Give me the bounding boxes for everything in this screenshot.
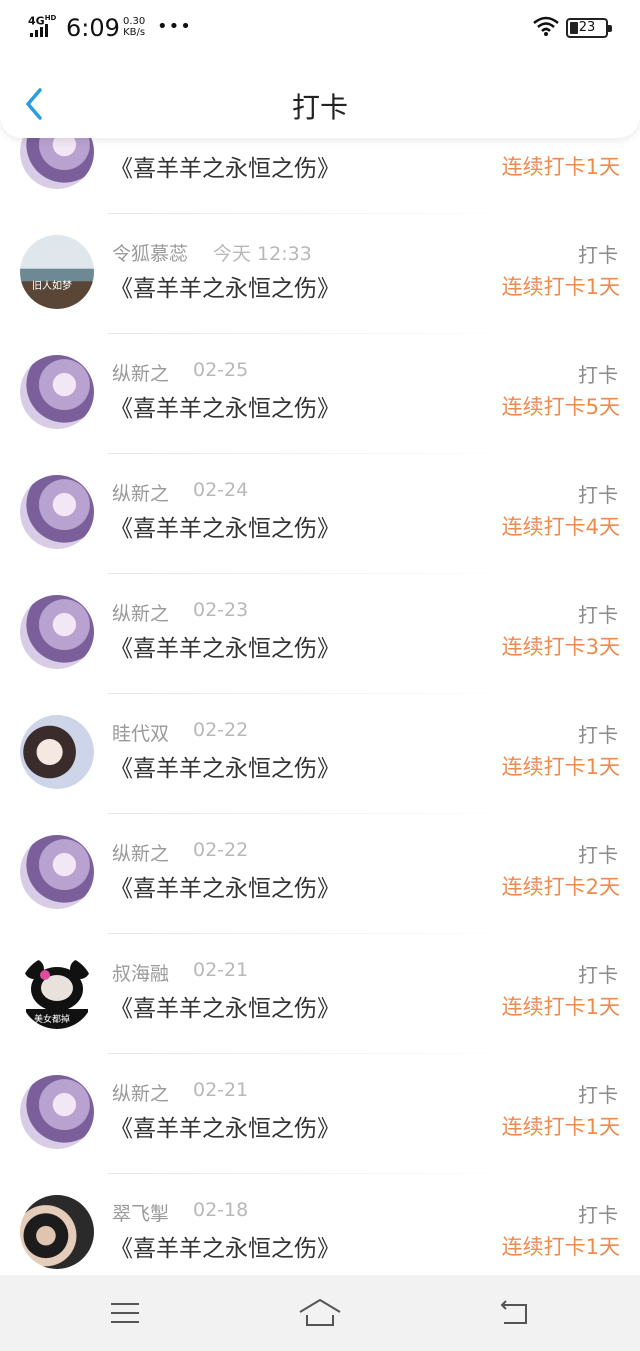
user-name[interactable]: 纵新之 [112,1079,169,1106]
user-avatar[interactable] [20,595,94,669]
user-avatar[interactable] [20,715,94,789]
checkin-type: 打卡 [578,1083,618,1107]
speed-value: 0.30 [123,16,146,27]
speed-unit: KB/s [123,27,146,38]
streak-label: 连续打卡5天 [501,395,620,419]
streak-label: 连续打卡1天 [501,275,620,299]
list-item[interactable]: 美女都掉 叔海融 02-21 《喜羊羊之永恒之伤》 打卡 连续打卡1天 [0,935,640,1055]
streak-label: 连续打卡2天 [501,875,620,899]
battery-icon: 23 [566,18,612,38]
row-divider [108,213,528,214]
checkin-date: 02-24 [193,479,249,501]
system-back-button[interactable] [490,1295,540,1331]
menu-button[interactable] [100,1295,150,1331]
streak-label: 连续打卡3天 [501,635,620,659]
book-title[interactable]: 《喜羊羊之永恒之伤》 [110,1229,340,1263]
checkin-type: 打卡 [578,243,618,267]
menu-icon [111,1303,139,1323]
network-speed: 0.30 KB/s [123,16,145,38]
book-title[interactable]: 《喜羊羊之永恒之伤》 [110,629,340,663]
user-avatar[interactable] [20,1075,94,1149]
checkin-type: 打卡 [578,963,618,987]
book-title: 《喜羊羊之永恒之伤》 [110,156,340,182]
checkin-list: 《喜羊羊之永恒之伤》 连续打卡1天 旧人如梦 令狐慕蕊 今天 12:33 《喜羊… [0,0,640,1275]
book-title[interactable]: 《喜羊羊之永恒之伤》 [110,749,340,783]
list-item[interactable]: 翠飞掣 02-18 《喜羊羊之永恒之伤》 打卡 连续打卡1天 [0,1175,640,1275]
streak-label: 连续打卡1天 [501,1235,620,1259]
book-title[interactable]: 《喜羊羊之永恒之伤》 [110,989,340,1023]
user-name[interactable]: 纵新之 [112,599,169,626]
checkin-type: 打卡 [578,843,618,867]
list-item[interactable]: 纵新之 02-21 《喜羊羊之永恒之伤》 打卡 连续打卡1天 [0,1055,640,1175]
row-divider [108,453,528,454]
app-header: 打卡 [0,56,640,138]
book-title[interactable]: 《喜羊羊之永恒之伤》 [110,509,340,543]
book-title[interactable]: 《喜羊羊之永恒之伤》 [110,389,340,423]
list-item[interactable]: 纵新之 02-23 《喜羊羊之永恒之伤》 打卡 连续打卡3天 [0,575,640,695]
checkin-date: 02-25 [193,359,249,381]
row-divider [108,813,528,814]
return-icon [500,1300,527,1324]
user-name[interactable]: 纵新之 [112,839,169,866]
hd-indicator: HD [44,14,57,22]
signal-icon [30,24,48,37]
user-name[interactable]: 眭代双 [112,719,169,746]
checkin-date: 02-18 [193,1199,249,1221]
checkin-type: 打卡 [578,603,618,627]
list-item[interactable]: 旧人如梦 令狐慕蕊 今天 12:33 《喜羊羊之永恒之伤》 打卡 连续打卡1天 [0,215,640,335]
checkin-type: 打卡 [578,1203,618,1227]
page-title: 打卡 [291,91,348,124]
checkin-date: 02-22 [193,839,249,861]
home-button[interactable] [295,1295,345,1331]
status-bar: 4GHD 6:09 0.30 KB/s ••• 23 [0,0,640,56]
row-divider [108,573,528,574]
streak-label: 连续打卡4天 [501,515,620,539]
row-divider [108,1173,528,1174]
checkin-type: 打卡 [578,363,618,387]
streak-label: 连续打卡1天 [501,1115,620,1139]
avatar-caption: 旧人如梦 [32,281,72,292]
checkin-date: 02-21 [193,959,249,981]
list-item[interactable]: 纵新之 02-25 《喜羊羊之永恒之伤》 打卡 连续打卡5天 [0,335,640,455]
system-nav-bar [0,1275,640,1351]
streak-label: 连续打卡1天 [501,155,620,179]
checkin-date: 今天 12:33 [213,243,312,265]
more-notifications-icon: ••• [157,16,192,37]
user-avatar[interactable] [20,475,94,549]
book-title[interactable]: 《喜羊羊之永恒之伤》 [110,1109,340,1143]
streak-label: 连续打卡1天 [501,755,620,779]
book-title[interactable]: 《喜羊羊之永恒之伤》 [110,869,340,903]
avatar-caption: 美女都掉 [34,1015,71,1025]
user-name[interactable]: 纵新之 [112,479,169,506]
clock: 6:09 [66,14,120,42]
checkin-date: 02-23 [193,599,249,621]
user-avatar[interactable] [20,1195,94,1269]
checkin-type: 打卡 [578,483,618,507]
row-divider [108,933,528,934]
list-item[interactable]: 眭代双 02-22 《喜羊羊之永恒之伤》 打卡 连续打卡1天 [0,695,640,815]
user-avatar[interactable] [20,835,94,909]
user-avatar[interactable]: 旧人如梦 [20,235,94,309]
list-item[interactable]: 纵新之 02-24 《喜羊羊之永恒之伤》 打卡 连续打卡4天 [0,455,640,575]
row-divider [108,333,528,334]
battery-level: 23 [578,20,596,35]
row-divider [108,693,528,694]
user-avatar[interactable] [20,355,94,429]
checkin-date: 02-21 [193,1079,249,1101]
book-title[interactable]: 《喜羊羊之永恒之伤》 [110,269,340,303]
row-divider [108,1053,528,1054]
user-avatar[interactable]: 美女都掉 [20,955,94,1029]
checkin-date: 02-22 [193,719,249,741]
user-name[interactable]: 翠飞掣 [112,1199,169,1226]
streak-label: 连续打卡1天 [501,995,620,1019]
home-icon [299,1299,341,1326]
wifi-icon [533,16,559,36]
user-name[interactable]: 纵新之 [112,359,169,386]
user-name[interactable]: 叔海融 [112,959,169,986]
list-item[interactable]: 纵新之 02-22 《喜羊羊之永恒之伤》 打卡 连续打卡2天 [0,815,640,935]
checkin-type: 打卡 [578,723,618,747]
user-name[interactable]: 令狐慕蕊 [112,239,188,266]
